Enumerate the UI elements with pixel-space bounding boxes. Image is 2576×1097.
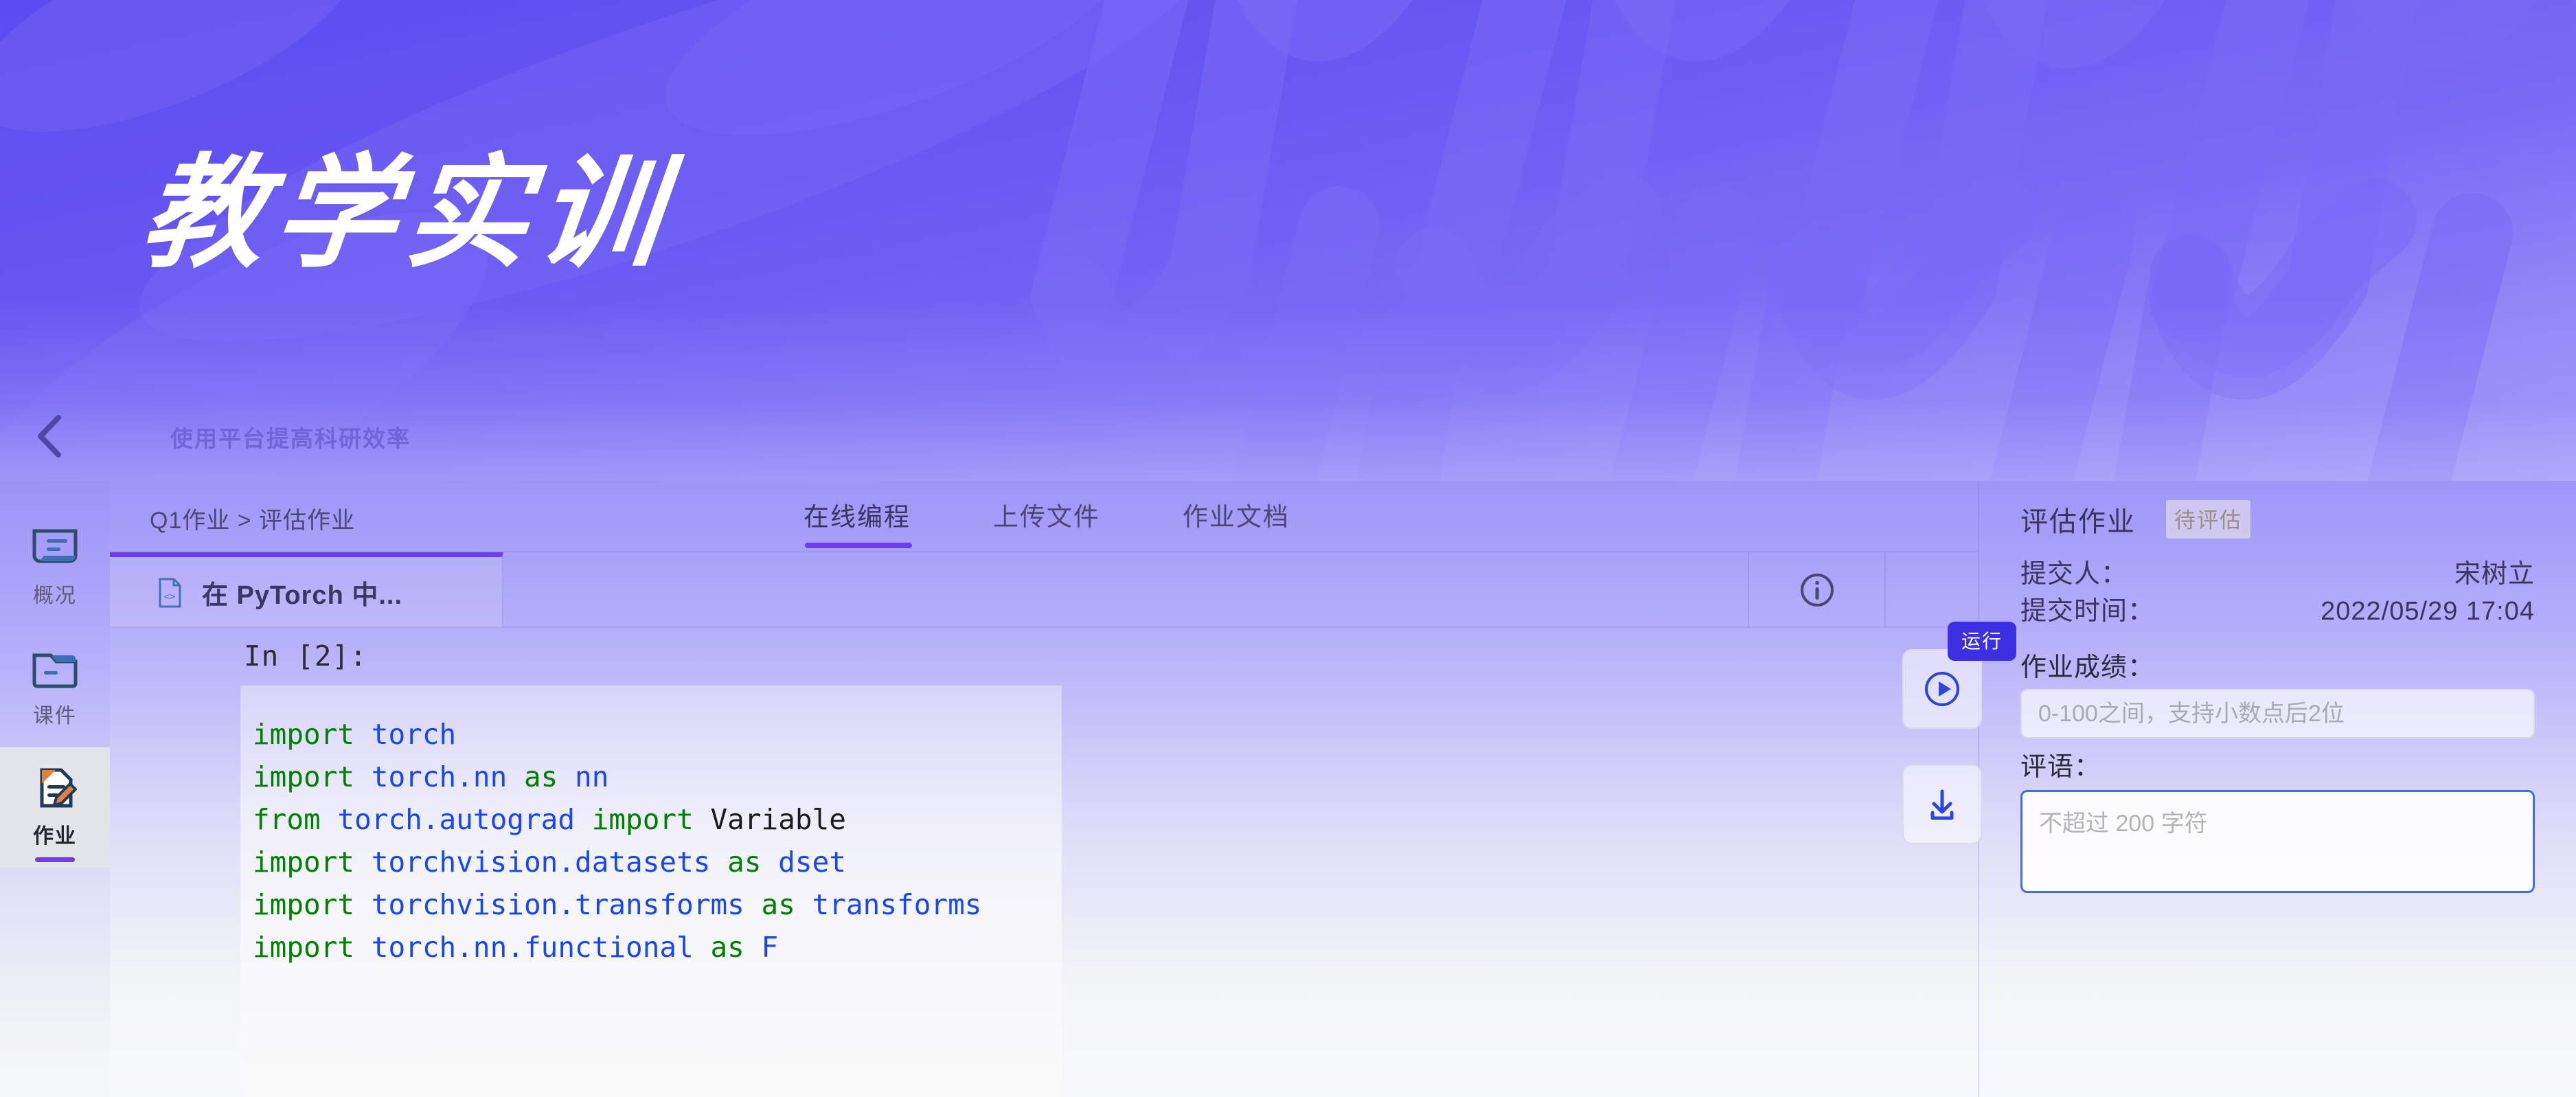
tab-bar: 在线编程 上传文件 作业文档 xyxy=(803,481,1372,552)
code-token: torch.autograd xyxy=(337,803,592,836)
sidebar-item-label: 作业 xyxy=(33,824,77,848)
code-token: from xyxy=(253,803,338,836)
score-input[interactable] xyxy=(2020,689,2535,738)
tab-upload-file[interactable]: 上传文件 xyxy=(993,481,1100,533)
submit-time-label: 提交时间： xyxy=(2020,597,2155,626)
submit-time-row: 提交时间： 2022/05/29 17:04 xyxy=(2020,589,2535,627)
cell-prompt: In [2]: xyxy=(244,640,367,672)
download-icon xyxy=(1930,789,1954,820)
code-token: torch xyxy=(371,718,457,751)
download-button[interactable] xyxy=(1902,765,1982,844)
sidebar-item-courseware[interactable]: 课件 xyxy=(0,627,110,747)
sidebar-item-label: 概况 xyxy=(33,584,77,607)
editor-tool-buttons: 运行 xyxy=(1902,622,2017,844)
app-root: 教学实训 使用平台提高科研效率 概况 课件 作业 Q1作业 > 评估作业 在线编… xyxy=(0,0,2576,1097)
file-tab-pytorch[interactable]: <> 在 PyTorch 中... xyxy=(110,552,503,628)
code-editor: In [2]: import torch import torch.nn as n… xyxy=(110,628,1978,1097)
sidebar-active-indicator xyxy=(35,857,75,862)
code-token: as xyxy=(727,846,779,879)
sidebar-item-homework[interactable]: 作业 xyxy=(0,747,110,868)
code-token: nn xyxy=(575,760,609,793)
play-circle-icon xyxy=(1925,672,1959,706)
file-tab-bar: <> 在 PyTorch 中... xyxy=(110,552,1978,628)
code-token: transforms xyxy=(812,888,982,921)
code-token: torchvision.transforms xyxy=(371,888,762,921)
chevron-left-icon xyxy=(38,415,61,457)
run-tooltip: 运行 xyxy=(1948,622,2017,661)
submitter-row: 提交人： 宋树立 xyxy=(2020,552,2535,590)
main-content: Q1作业 > 评估作业 在线编程 上传文件 作业文档 <> 在 PyTorch … xyxy=(110,481,2576,1097)
code-token: import xyxy=(253,931,372,964)
code-line: import torch xyxy=(240,713,1062,756)
code-line: import torch.nn.functional as F xyxy=(240,926,1062,969)
comment-textarea[interactable] xyxy=(2020,790,2535,893)
back-button[interactable] xyxy=(25,411,76,462)
code-token: F xyxy=(761,931,779,964)
run-button[interactable] xyxy=(1902,649,1982,729)
homework-pencil-icon xyxy=(30,767,80,811)
breadcrumb[interactable]: Q1作业 > 评估作业 xyxy=(150,501,355,535)
code-line: import torch.nn as nn xyxy=(240,756,1062,798)
code-token: import xyxy=(253,718,372,751)
submitter-value: 宋树立 xyxy=(2454,560,2535,589)
submit-time-value: 2022/05/29 17:04 xyxy=(2321,597,2535,626)
evaluation-panel: 评估作业 待评估 提交人： 宋树立 提交时间： 2022/05/29 17:04… xyxy=(1979,481,2576,1097)
tab-assignment-doc[interactable]: 作业文档 xyxy=(1183,481,1290,533)
code-token: Variable xyxy=(710,803,846,836)
code-token: import xyxy=(253,760,372,793)
hero-banner: 教学实训 使用平台提高科研效率 xyxy=(0,0,2576,481)
info-circle-icon xyxy=(1800,574,1834,607)
page-title: 教学实训 xyxy=(135,145,678,282)
code-line: import torchvision.transforms as transfo… xyxy=(240,883,1062,926)
code-token: dset xyxy=(778,846,846,879)
overview-board-icon xyxy=(30,526,80,570)
page-subtitle: 使用平台提高科研效率 xyxy=(170,426,411,451)
file-tab-label: 在 PyTorch 中... xyxy=(202,581,403,610)
svg-text:<>: <> xyxy=(164,591,176,602)
code-token: import xyxy=(253,846,372,879)
sidebar-item-overview[interactable]: 概况 xyxy=(0,507,110,627)
code-file-icon: <> xyxy=(158,578,181,607)
code-token: import xyxy=(253,888,372,921)
code-line: import torchvision.datasets as dset xyxy=(240,841,1062,883)
info-button[interactable] xyxy=(1748,552,1886,628)
code-token: torch.nn.functional xyxy=(371,931,711,964)
code-token: as xyxy=(761,888,812,921)
code-token: torchvision.datasets xyxy=(371,846,728,879)
left-sidebar: 概况 课件 作业 xyxy=(0,481,110,1097)
score-label: 作业成绩： xyxy=(2020,653,2155,682)
submitter-label: 提交人： xyxy=(2020,560,2128,589)
status-badge: 待评估 xyxy=(2166,500,2250,539)
code-token: as xyxy=(523,760,575,793)
evaluation-panel-header: 评估作业 待评估 xyxy=(2020,499,2250,539)
code-token: torch.nn xyxy=(371,760,524,793)
evaluation-title: 评估作业 xyxy=(2020,507,2136,537)
breadcrumb-tab-row: Q1作业 > 评估作业 在线编程 上传文件 作业文档 xyxy=(110,481,1978,552)
comment-label: 评语： xyxy=(2020,753,2101,782)
folder-icon xyxy=(30,646,80,690)
code-cell[interactable]: import torch import torch.nn as nn from to… xyxy=(240,686,1062,1097)
sidebar-item-label: 课件 xyxy=(33,704,77,727)
code-token: import xyxy=(591,803,711,836)
code-line: from torch.autograd import Variable xyxy=(240,798,1062,841)
tab-online-coding[interactable]: 在线编程 xyxy=(803,481,912,548)
code-token: as xyxy=(710,931,762,964)
